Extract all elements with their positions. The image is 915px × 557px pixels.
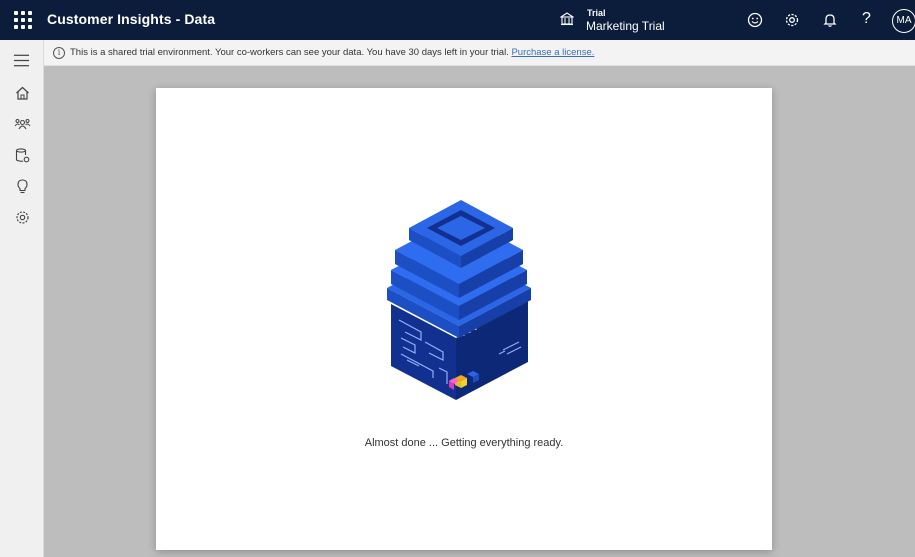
smiley-icon[interactable] — [746, 11, 764, 29]
settings-icon[interactable] — [14, 209, 31, 226]
trial-notification-bar: i This is a shared trial environment. Yo… — [44, 40, 915, 66]
bell-icon[interactable] — [821, 11, 839, 29]
gear-icon[interactable] — [783, 11, 801, 29]
loading-status-text: Almost done ... Getting everything ready… — [364, 437, 564, 449]
help-icon[interactable]: ? — [862, 10, 871, 28]
left-nav-rail — [0, 40, 44, 557]
info-icon: i — [53, 47, 65, 59]
loading-dialog: Almost done ... Getting everything ready… — [156, 88, 772, 550]
notice-text: This is a shared trial environment. Your… — [70, 47, 509, 58]
home-icon[interactable] — [14, 85, 31, 102]
environment-name[interactable]: Marketing Trial — [586, 19, 665, 33]
avatar[interactable]: MA — [892, 9, 915, 33]
top-bar: Customer Insights - Data Trial Marketing… — [0, 0, 915, 40]
notice-message: This is a shared trial environment. Your… — [70, 47, 594, 58]
app-title[interactable]: Customer Insights - Data — [47, 11, 215, 27]
lightbulb-icon[interactable] — [14, 178, 31, 195]
people-icon[interactable] — [14, 116, 31, 133]
environment-icon[interactable] — [559, 12, 575, 26]
building-illustration — [381, 188, 541, 408]
database-icon[interactable] — [14, 147, 31, 164]
hamburger-icon[interactable] — [13, 52, 31, 69]
waffle-icon[interactable] — [14, 11, 32, 29]
environment-type-label: Trial — [587, 8, 606, 18]
purchase-license-link[interactable]: Purchase a license. — [511, 47, 594, 58]
